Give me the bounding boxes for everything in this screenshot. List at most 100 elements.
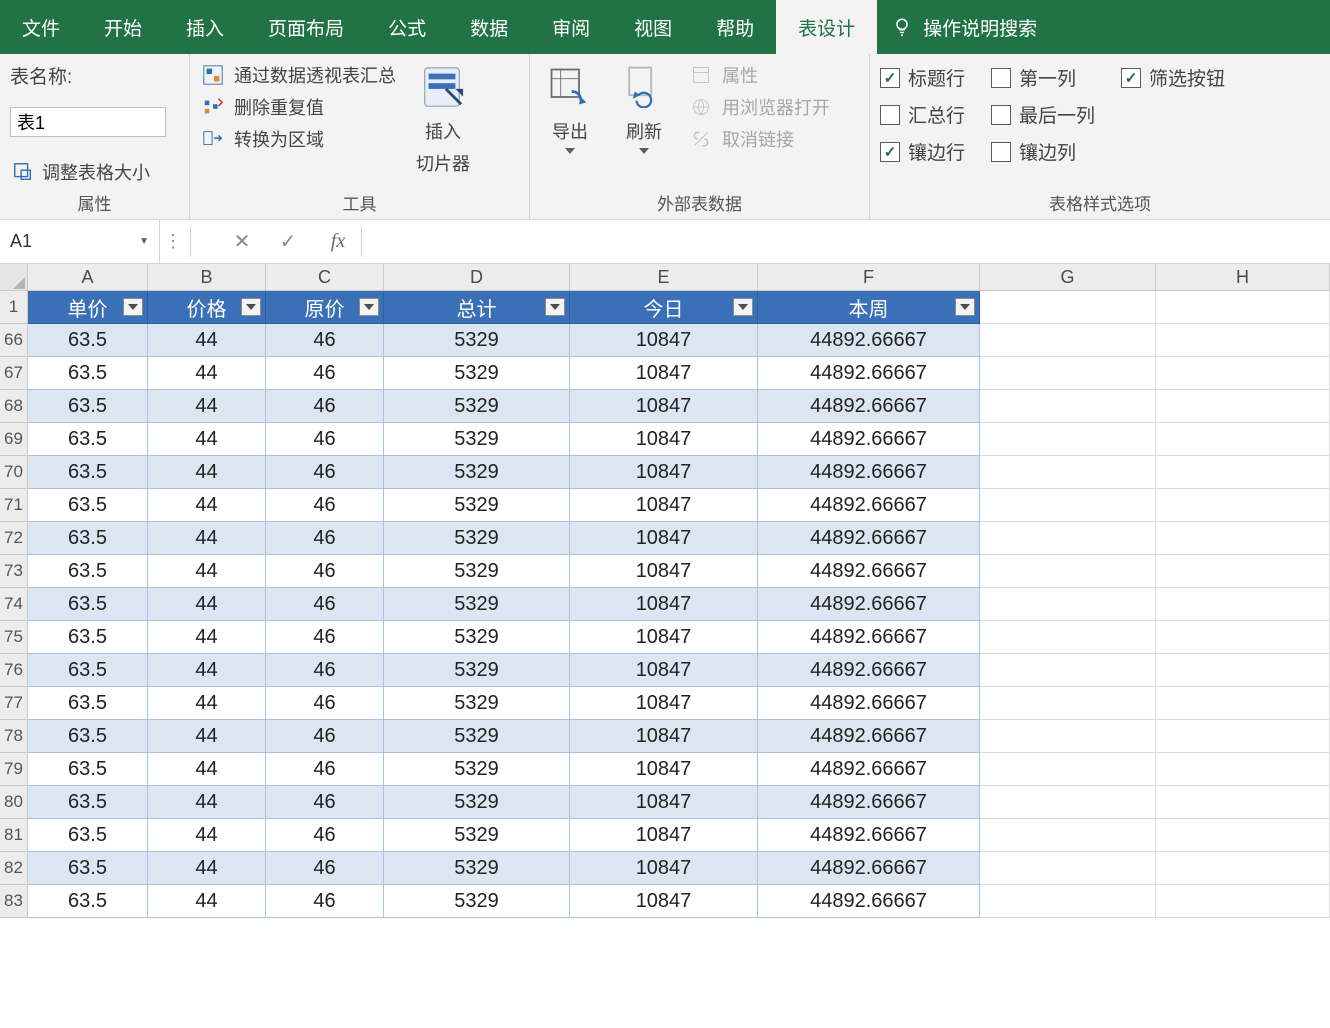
empty-cell[interactable] [1156,390,1330,423]
cell[interactable]: 63.5 [28,390,148,423]
empty-cell[interactable] [980,489,1156,522]
empty-cell[interactable] [1156,423,1330,456]
empty-cell[interactable] [1156,753,1330,786]
row-header[interactable]: 82 [0,852,28,885]
col-header-A[interactable]: A [28,264,148,290]
row-header[interactable]: 66 [0,324,28,357]
cell[interactable]: 46 [266,687,384,720]
tab-view[interactable]: 视图 [612,0,694,54]
table-header-cell[interactable]: 本周 [758,291,980,324]
cell[interactable]: 63.5 [28,621,148,654]
cell[interactable]: 5329 [384,555,570,588]
cell[interactable]: 5329 [384,852,570,885]
refresh-button[interactable]: 刷新 [614,62,674,156]
name-box[interactable]: A1 ▼ [0,220,160,263]
filter-dropdown-icon[interactable] [955,298,975,316]
cell[interactable]: 46 [266,489,384,522]
empty-cell[interactable] [980,885,1156,918]
cell[interactable]: 10847 [570,522,758,555]
cell[interactable]: 5329 [384,489,570,522]
cell[interactable]: 63.5 [28,456,148,489]
cell[interactable]: 44892.66667 [758,588,980,621]
row-header[interactable]: 81 [0,819,28,852]
filter-dropdown-icon[interactable] [733,298,753,316]
empty-cell[interactable] [1156,489,1330,522]
cell[interactable]: 44892.66667 [758,489,980,522]
cancel-formula-button[interactable]: ✕ [219,229,265,254]
cell[interactable]: 46 [266,588,384,621]
empty-cell[interactable] [1156,324,1330,357]
cell[interactable]: 46 [266,456,384,489]
empty-cell[interactable] [980,753,1156,786]
row-header[interactable]: 80 [0,786,28,819]
tab-formulas[interactable]: 公式 [366,0,448,54]
chk-first-column[interactable]: 第一列 [991,64,1095,91]
chk-total-row[interactable]: 汇总行 [880,101,965,128]
cell[interactable]: 5329 [384,687,570,720]
cell[interactable]: 44892.66667 [758,522,980,555]
cell[interactable]: 44892.66667 [758,357,980,390]
cell[interactable]: 46 [266,390,384,423]
cell[interactable]: 5329 [384,390,570,423]
empty-cell[interactable] [1156,588,1330,621]
cell[interactable]: 63.5 [28,588,148,621]
empty-cell[interactable] [980,852,1156,885]
cell[interactable]: 44 [148,720,266,753]
cell[interactable]: 44 [148,621,266,654]
cell[interactable]: 44892.66667 [758,621,980,654]
cell[interactable]: 46 [266,357,384,390]
cell[interactable]: 44892.66667 [758,390,980,423]
empty-cell[interactable] [980,522,1156,555]
table-header-cell[interactable]: 今日 [570,291,758,324]
cell[interactable]: 10847 [570,654,758,687]
insert-function-button[interactable]: fx [311,230,357,253]
cell[interactable]: 5329 [384,357,570,390]
cell[interactable]: 44 [148,753,266,786]
convert-to-range-button[interactable]: 转换为区域 [200,126,396,152]
cell[interactable]: 44 [148,489,266,522]
empty-cell[interactable] [980,720,1156,753]
cell[interactable]: 44892.66667 [758,687,980,720]
select-all-corner[interactable] [0,264,28,290]
cell[interactable]: 10847 [570,390,758,423]
cell[interactable]: 5329 [384,720,570,753]
cell[interactable]: 46 [266,555,384,588]
enter-formula-button[interactable]: ✓ [265,229,311,254]
cell[interactable]: 46 [266,720,384,753]
cell[interactable]: 44892.66667 [758,720,980,753]
cell[interactable]: 63.5 [28,324,148,357]
cell[interactable]: 63.5 [28,489,148,522]
remove-duplicates-button[interactable]: 删除重复值 [200,94,396,120]
row-header[interactable]: 71 [0,489,28,522]
cell[interactable]: 5329 [384,885,570,918]
cell[interactable]: 44 [148,456,266,489]
cell[interactable]: 5329 [384,456,570,489]
cell[interactable]: 44 [148,819,266,852]
cell[interactable]: 5329 [384,588,570,621]
cell[interactable]: 44892.66667 [758,324,980,357]
row-header[interactable]: 70 [0,456,28,489]
cell[interactable]: 10847 [570,456,758,489]
col-header-G[interactable]: G [980,264,1156,290]
export-button[interactable]: 导出 [540,62,600,156]
cell[interactable]: 46 [266,885,384,918]
empty-cell[interactable] [980,786,1156,819]
chk-banded-rows[interactable]: 镶边行 [880,138,965,165]
tell-me-search[interactable]: 操作说明搜索 [877,14,1051,41]
cell[interactable]: 44 [148,357,266,390]
cell[interactable]: 63.5 [28,522,148,555]
empty-cell[interactable] [980,588,1156,621]
row-header[interactable]: 69 [0,423,28,456]
cell[interactable]: 10847 [570,423,758,456]
filter-dropdown-icon[interactable] [241,298,261,316]
cell[interactable]: 5329 [384,324,570,357]
cell[interactable]: 10847 [570,819,758,852]
cell[interactable]: 44 [148,654,266,687]
cell[interactable]: 63.5 [28,423,148,456]
cell[interactable]: 5329 [384,819,570,852]
cell[interactable]: 44 [148,324,266,357]
cell[interactable]: 44 [148,786,266,819]
cell[interactable]: 5329 [384,522,570,555]
empty-cell[interactable] [980,357,1156,390]
empty-cell[interactable] [1156,555,1330,588]
